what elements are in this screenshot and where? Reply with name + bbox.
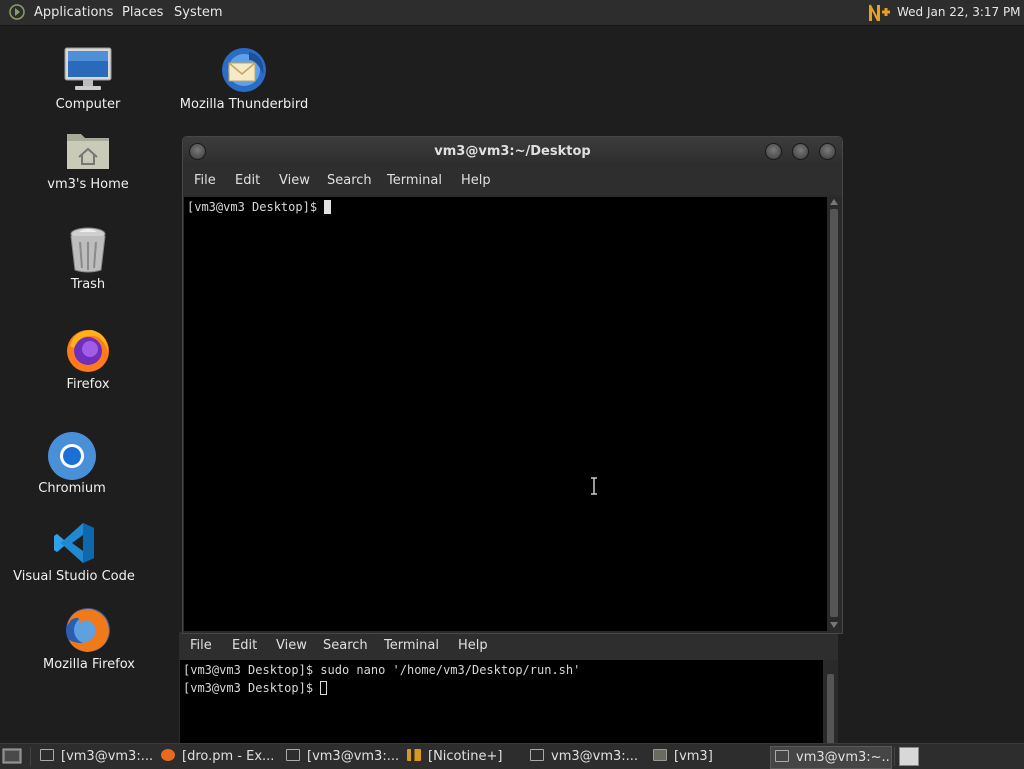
desktop-icon-label: vm3's Home [47,177,129,192]
applications-menu[interactable]: Applications [34,0,113,25]
system-menu[interactable]: System [174,0,222,25]
taskbar-item-label: [Nicotine+] [428,749,503,764]
desktop-icon-label: Computer [55,97,121,112]
firefox-icon [161,749,175,761]
places-menu[interactable]: Places [122,0,163,25]
window-titlebar[interactable]: vm3@vm3:~/Desktop [183,137,842,167]
trash-icon [70,227,106,273]
menu-terminal[interactable]: Terminal [387,167,442,195]
taskbar-item-label: vm3@vm3:~... [796,750,892,765]
desktop-icon-label: Visual Studio Code [13,569,135,584]
nicotine-tray-icon[interactable] [867,2,891,23]
desktop-icon-label: Mozilla Firefox [43,657,135,672]
menu-edit[interactable]: Edit [232,632,257,660]
chromium-icon [48,432,96,480]
taskbar-item-active[interactable]: vm3@vm3:~... [770,746,892,769]
applications-logo-icon[interactable] [9,4,25,20]
taskbar-item[interactable]: [vm3] [649,746,767,767]
taskbar-item[interactable]: [Nicotine+] [403,746,521,767]
desktop-icon-label: Trash [70,277,106,292]
menu-search[interactable]: Search [323,632,368,660]
firefox-icon [67,330,109,372]
scrollbar[interactable] [823,660,838,744]
taskbar-item-label: [vm3] [674,749,713,764]
clock[interactable]: Wed Jan 22, 3:17 PM [897,0,1021,25]
taskbar: [vm3@vm3:... [dro.pm - Ex... [vm3@vm3:..… [0,743,1024,769]
terminal-icon [40,749,54,761]
menu-help[interactable]: Help [458,632,488,660]
top-panel: Applications Places System Wed Jan 22, 3… [0,0,1024,26]
terminal-prompt-line: [vm3@vm3 Desktop]$ [183,681,328,695]
firefox-icon [66,608,110,652]
desktop-icon-label: Chromium [38,481,106,496]
menu-view[interactable]: View [279,167,310,195]
terminal-window-back[interactable]: File Edit View Search Terminal Help [vm3… [179,632,838,744]
menu-search[interactable]: Search [327,167,372,195]
maximize-button[interactable] [792,143,809,160]
menu-view[interactable]: View [276,632,307,660]
taskbar-item[interactable]: [vm3@vm3:... [36,746,154,767]
ibeam-cursor-icon [591,477,597,495]
folder-icon [653,749,667,761]
terminal-prompt: [vm3@vm3 Desktop]$ [183,681,321,695]
computer-icon [64,47,112,90]
workspace-switcher[interactable] [899,747,919,766]
minimize-button[interactable] [765,143,782,160]
scroll-down-icon[interactable] [830,622,838,628]
terminal-output[interactable]: [vm3@vm3 Desktop]$ sudo nano '/home/vm3/… [180,660,823,744]
terminal-output[interactable]: [vm3@vm3 Desktop]$ [184,197,827,631]
text-cursor [320,681,328,695]
scroll-up-icon[interactable] [830,199,838,205]
thunderbird-icon [222,48,266,92]
taskbar-item-label: [dro.pm - Ex... [182,749,275,764]
menu-edit[interactable]: Edit [235,167,260,195]
vscode-icon [54,523,94,563]
taskbar-item[interactable]: [dro.pm - Ex... [157,746,279,767]
taskbar-item[interactable]: vm3@vm3:... [526,746,644,767]
menu-terminal[interactable]: Terminal [384,632,439,660]
desktop-icon-label: Mozilla Thunderbird [179,97,309,112]
terminal-icon [530,749,544,761]
terminal-icon [775,750,789,762]
close-button[interactable] [819,143,836,160]
menu-file[interactable]: File [190,632,212,660]
taskbar-item-label: vm3@vm3:... [551,749,639,764]
nicotine-icon [407,749,421,761]
terminal-line: [vm3@vm3 Desktop]$ sudo nano '/home/vm3/… [183,663,581,677]
scrollbar-thumb[interactable] [827,674,834,744]
terminal-menubar: File Edit View Search Terminal Help [179,632,838,660]
desktop-icon-label: Firefox [66,377,110,392]
terminal-prompt: [vm3@vm3 Desktop]$ [187,200,325,214]
scrollbar[interactable] [827,197,841,631]
terminal-window-main[interactable]: vm3@vm3:~/Desktop File Edit View Search … [182,136,843,634]
terminal-prompt-line: [vm3@vm3 Desktop]$ [187,200,332,214]
home-folder-icon [67,134,109,169]
show-desktop-icon[interactable] [2,748,22,764]
window-title: vm3@vm3:~/Desktop [434,144,591,159]
taskbar-item[interactable]: [vm3@vm3:... [282,746,400,767]
taskbar-item-label: [vm3@vm3:... [307,749,400,764]
taskbar-item-label: [vm3@vm3:... [61,749,154,764]
terminal-icon [286,749,300,761]
terminal-menubar: File Edit View Search Terminal Help [183,167,842,195]
text-cursor [324,200,332,214]
menu-file[interactable]: File [194,167,216,195]
menu-help[interactable]: Help [461,167,491,195]
scrollbar-thumb[interactable] [830,209,838,617]
